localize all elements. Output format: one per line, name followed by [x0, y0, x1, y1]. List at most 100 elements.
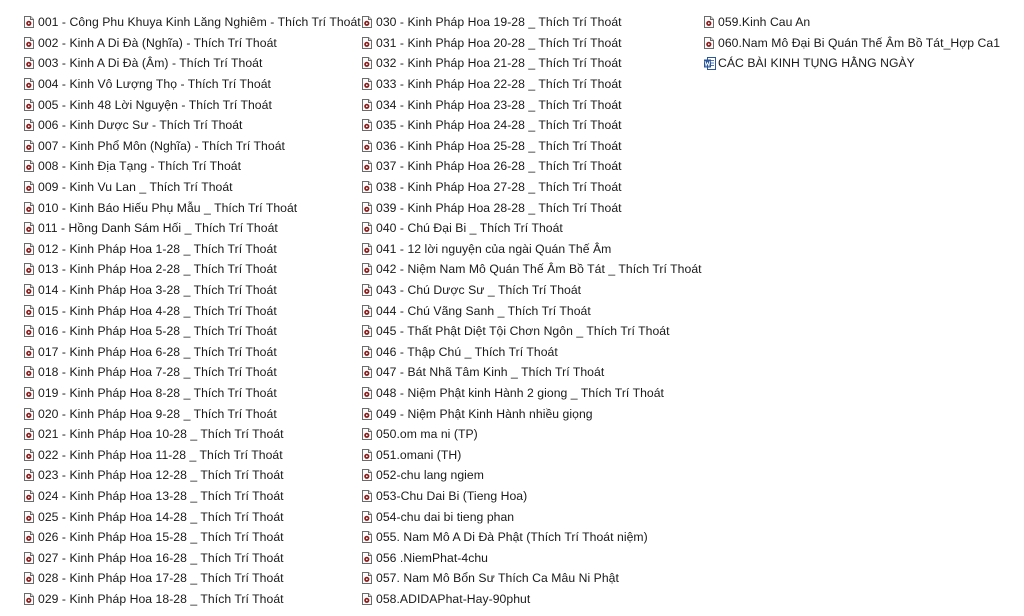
- file-item[interactable]: 037 - Kinh Pháp Hoa 26-28 _ Thích Trí Th…: [362, 156, 702, 177]
- file-name: 043 - Chú Dược Sư _ Thích Trí Thoát: [376, 283, 582, 298]
- file-item[interactable]: 024 - Kinh Pháp Hoa 13-28 _ Thích Trí Th…: [24, 486, 361, 507]
- file-name: 019 - Kinh Pháp Hoa 8-28 _ Thích Trí Tho…: [38, 385, 277, 400]
- file-name: 003 - Kinh A Di Đà (Âm) - Thích Trí Thoá…: [38, 56, 263, 71]
- file-item[interactable]: 054-chu dai bi tieng phan: [362, 506, 702, 527]
- file-item[interactable]: 016 - Kinh Pháp Hoa 5-28 _ Thích Trí Tho…: [24, 321, 361, 342]
- audio-file-icon: [362, 222, 372, 235]
- file-item[interactable]: 021 - Kinh Pháp Hoa 10-28 _ Thích Trí Th…: [24, 424, 361, 445]
- file-item[interactable]: 029 - Kinh Pháp Hoa 18-28 _ Thích Trí Th…: [24, 589, 361, 610]
- file-item[interactable]: 048 - Niệm Phật kinh Hành 2 giong _ Thíc…: [362, 383, 702, 404]
- audio-file-icon: [362, 531, 372, 544]
- file-item[interactable]: 049 - Niệm Phật Kinh Hành nhiều giọng: [362, 403, 702, 424]
- file-item[interactable]: 047 - Bát Nhã Tâm Kinh _ Thích Trí Thoát: [362, 362, 702, 383]
- file-column-1: 001 - Công Phu Khuya Kinh Lăng Nghiêm - …: [24, 12, 361, 609]
- file-item[interactable]: 004 - Kinh Vô Lượng Thọ - Thích Trí Thoá…: [24, 74, 361, 95]
- file-name: 005 - Kinh 48 Lời Nguyện - Thích Trí Tho…: [38, 97, 272, 112]
- file-item[interactable]: CÁC BÀI KINH TỤNG HẰNG NGÀY: [704, 53, 1000, 74]
- file-item[interactable]: 051.omani (TH): [362, 444, 702, 465]
- audio-file-icon: [362, 98, 372, 111]
- file-item[interactable]: 045 - Thất Phật Diệt Tội Chơn Ngôn _ Thí…: [362, 321, 702, 342]
- file-item[interactable]: 014 - Kinh Pháp Hoa 3-28 _ Thích Trí Tho…: [24, 280, 361, 301]
- file-item[interactable]: 043 - Chú Dược Sư _ Thích Trí Thoát: [362, 280, 702, 301]
- audio-file-icon: [24, 201, 34, 214]
- file-item[interactable]: 017 - Kinh Pháp Hoa 6-28 _ Thích Trí Tho…: [24, 342, 361, 363]
- file-item[interactable]: 041 - 12 lời nguyện của ngài Quán Thế Âm: [362, 239, 702, 260]
- audio-file-icon: [362, 325, 372, 338]
- audio-file-icon: [24, 592, 34, 605]
- file-item[interactable]: 050.om ma ni (TP): [362, 424, 702, 445]
- file-item[interactable]: 020 - Kinh Pháp Hoa 9-28 _ Thích Trí Tho…: [24, 403, 361, 424]
- file-item[interactable]: 040 - Chú Đại Bi _ Thích Trí Thoát: [362, 218, 702, 239]
- audio-file-icon: [362, 284, 372, 297]
- file-item[interactable]: 023 - Kinh Pháp Hoa 12-28 _ Thích Trí Th…: [24, 465, 361, 486]
- file-name: 026 - Kinh Pháp Hoa 15-28 _ Thích Trí Th…: [38, 530, 284, 545]
- audio-file-icon: [704, 36, 714, 49]
- audio-file-icon: [24, 98, 34, 111]
- file-item[interactable]: 015 - Kinh Pháp Hoa 4-28 _ Thích Trí Tho…: [24, 300, 361, 321]
- file-item[interactable]: 036 - Kinh Pháp Hoa 25-28 _ Thích Trí Th…: [362, 136, 702, 157]
- file-name: 055. Nam Mô A Di Đà Phật (Thích Trí Thoá…: [376, 530, 648, 545]
- file-item[interactable]: 046 - Thập Chú _ Thích Trí Thoát: [362, 342, 702, 363]
- file-item[interactable]: 030 - Kinh Pháp Hoa 19-28 _ Thích Trí Th…: [362, 12, 702, 33]
- file-item[interactable]: 025 - Kinh Pháp Hoa 14-28 _ Thích Trí Th…: [24, 506, 361, 527]
- file-item[interactable]: 060.Nam Mô Đại Bi Quán Thế Âm Bồ Tát_Hợp…: [704, 33, 1000, 54]
- file-item[interactable]: 018 - Kinh Pháp Hoa 7-28 _ Thích Trí Tho…: [24, 362, 361, 383]
- file-name: 059.Kinh Cau An: [718, 15, 811, 30]
- audio-file-icon: [362, 407, 372, 420]
- file-item[interactable]: 007 - Kinh Phổ Môn (Nghĩa) - Thích Trí T…: [24, 136, 361, 157]
- file-item[interactable]: 019 - Kinh Pháp Hoa 8-28 _ Thích Trí Tho…: [24, 383, 361, 404]
- file-item[interactable]: 034 - Kinh Pháp Hoa 23-28 _ Thích Trí Th…: [362, 94, 702, 115]
- file-item[interactable]: 056 .NiemPhat-4chu: [362, 547, 702, 568]
- file-item[interactable]: 012 - Kinh Pháp Hoa 1-28 _ Thích Trí Tho…: [24, 239, 361, 260]
- audio-file-icon: [24, 572, 34, 585]
- file-item[interactable]: 032 - Kinh Pháp Hoa 21-28 _ Thích Trí Th…: [362, 53, 702, 74]
- file-name: 050.om ma ni (TP): [376, 427, 478, 442]
- file-item[interactable]: 053-Chu Dai Bi (Tieng Hoa): [362, 486, 702, 507]
- audio-file-icon: [24, 119, 34, 132]
- file-item[interactable]: 044 - Chú Vãng Sanh _ Thích Trí Thoát: [362, 300, 702, 321]
- file-name: 006 - Kinh Dược Sư - Thích Trí Thoát: [38, 118, 243, 133]
- file-name: 018 - Kinh Pháp Hoa 7-28 _ Thích Trí Tho…: [38, 365, 277, 380]
- file-item[interactable]: 005 - Kinh 48 Lời Nguyện - Thích Trí Tho…: [24, 94, 361, 115]
- file-item[interactable]: 055. Nam Mô A Di Đà Phật (Thích Trí Thoá…: [362, 527, 702, 548]
- audio-file-icon: [24, 57, 34, 70]
- file-item[interactable]: 027 - Kinh Pháp Hoa 16-28 _ Thích Trí Th…: [24, 547, 361, 568]
- file-item[interactable]: 008 - Kinh Địa Tạng - Thích Trí Thoát: [24, 156, 361, 177]
- file-name: 029 - Kinh Pháp Hoa 18-28 _ Thích Trí Th…: [38, 591, 284, 606]
- file-item[interactable]: 009 - Kinh Vu Lan _ Thích Trí Thoát: [24, 177, 361, 198]
- audio-file-icon: [362, 181, 372, 194]
- audio-file-icon: [362, 345, 372, 358]
- file-item[interactable]: 031 - Kinh Pháp Hoa 20-28 _ Thích Trí Th…: [362, 33, 702, 54]
- file-item[interactable]: 039 - Kinh Pháp Hoa 28-28 _ Thích Trí Th…: [362, 197, 702, 218]
- file-item[interactable]: 022 - Kinh Pháp Hoa 11-28 _ Thích Trí Th…: [24, 444, 361, 465]
- audio-file-icon: [24, 510, 34, 523]
- file-item[interactable]: 058.ADIDAPhat-Hay-90phut: [362, 589, 702, 610]
- file-item[interactable]: 028 - Kinh Pháp Hoa 17-28 _ Thích Trí Th…: [24, 568, 361, 589]
- file-item[interactable]: 033 - Kinh Pháp Hoa 22-28 _ Thích Trí Th…: [362, 74, 702, 95]
- file-name: CÁC BÀI KINH TỤNG HẰNG NGÀY: [718, 56, 915, 71]
- file-item[interactable]: 057. Nam Mô Bổn Sư Thích Ca Mâu Ni Phật: [362, 568, 702, 589]
- file-item[interactable]: 035 - Kinh Pháp Hoa 24-28 _ Thích Trí Th…: [362, 115, 702, 136]
- file-item[interactable]: 013 - Kinh Pháp Hoa 2-28 _ Thích Trí Tho…: [24, 259, 361, 280]
- file-item[interactable]: 003 - Kinh A Di Đà (Âm) - Thích Trí Thoá…: [24, 53, 361, 74]
- file-name: 012 - Kinh Pháp Hoa 1-28 _ Thích Trí Tho…: [38, 241, 277, 256]
- audio-file-icon: [362, 510, 372, 523]
- file-name: 048 - Niệm Phật kinh Hành 2 giong _ Thíc…: [376, 385, 664, 400]
- file-item[interactable]: 010 - Kinh Báo Hiếu Phụ Mẫu _ Thích Trí …: [24, 197, 361, 218]
- file-name: 032 - Kinh Pháp Hoa 21-28 _ Thích Trí Th…: [376, 56, 622, 71]
- file-item[interactable]: 042 - Niệm Nam Mô Quán Thế Âm Bồ Tát _ T…: [362, 259, 702, 280]
- file-item[interactable]: 038 - Kinh Pháp Hoa 27-28 _ Thích Trí Th…: [362, 177, 702, 198]
- file-column-2: 030 - Kinh Pháp Hoa 19-28 _ Thích Trí Th…: [362, 12, 702, 609]
- file-name: 053-Chu Dai Bi (Tieng Hoa): [376, 488, 528, 503]
- audio-file-icon: [24, 386, 34, 399]
- file-item[interactable]: 002 - Kinh A Di Đà (Nghĩa) - Thích Trí T…: [24, 33, 361, 54]
- file-item[interactable]: 011 - Hồng Danh Sám Hối _ Thích Trí Thoá…: [24, 218, 361, 239]
- audio-file-icon: [362, 469, 372, 482]
- file-item[interactable]: 006 - Kinh Dược Sư - Thích Trí Thoát: [24, 115, 361, 136]
- file-item[interactable]: 026 - Kinh Pháp Hoa 15-28 _ Thích Trí Th…: [24, 527, 361, 548]
- file-item[interactable]: 001 - Công Phu Khuya Kinh Lăng Nghiêm - …: [24, 12, 361, 33]
- file-item[interactable]: 052-chu lang ngiem: [362, 465, 702, 486]
- audio-file-icon: [24, 551, 34, 564]
- file-item[interactable]: 059.Kinh Cau An: [704, 12, 1000, 33]
- file-name: 054-chu dai bi tieng phan: [376, 509, 515, 524]
